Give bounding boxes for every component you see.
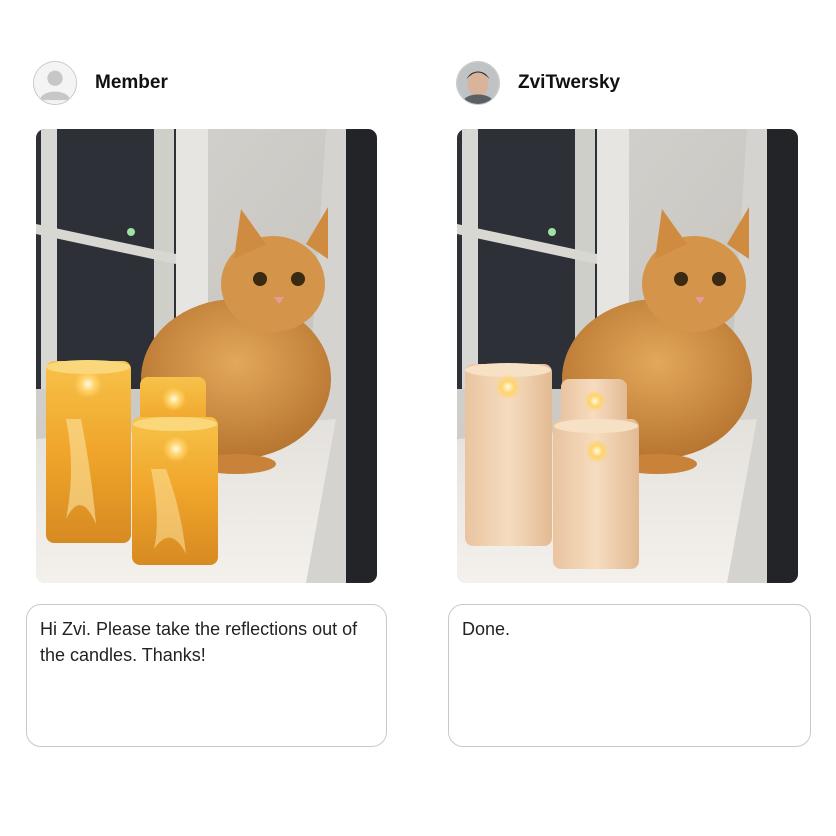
cat-with-matte-candles-photo	[457, 129, 798, 583]
message-text: Hi Zvi. Please take the reflections out …	[40, 619, 358, 665]
cat-with-glowing-candles-photo	[36, 129, 377, 583]
message-bubble: Done.	[448, 604, 811, 747]
user-header: ZviTwersky	[456, 60, 620, 106]
profile-photo-icon[interactable]	[456, 61, 500, 105]
post-zvitwersky: ZviTwersky Done.	[420, 0, 811, 836]
user-header: Member	[33, 60, 168, 106]
username[interactable]: Member	[95, 72, 168, 94]
post-member: Member Hi Zvi. Please take the reflectio…	[0, 0, 390, 836]
username[interactable]: ZviTwersky	[518, 72, 620, 94]
default-user-icon[interactable]	[33, 61, 77, 105]
message-bubble: Hi Zvi. Please take the reflections out …	[26, 604, 387, 747]
message-text: Done.	[462, 619, 511, 639]
